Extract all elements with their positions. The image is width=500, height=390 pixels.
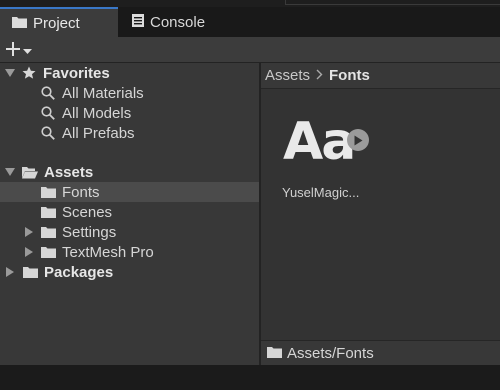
breadcrumb-assets[interactable]: Assets <box>265 67 310 84</box>
tree-item-assets[interactable]: Assets <box>0 162 259 182</box>
tree-item-all-materials[interactable]: All Materials <box>0 83 259 103</box>
folder-icon <box>40 185 56 199</box>
star-icon <box>21 66 37 80</box>
tree-label: Settings <box>62 223 117 241</box>
status-bar <box>0 365 500 390</box>
tree-item-all-prefabs[interactable]: All Prefabs <box>0 123 259 143</box>
play-icon[interactable] <box>347 129 369 151</box>
tab-console[interactable]: Console <box>120 7 250 37</box>
folder-tree: Favorites All Materials All Models All P… <box>0 63 259 365</box>
search-icon <box>40 126 56 140</box>
tree-label: Fonts <box>62 183 100 201</box>
tree-label: All Models <box>62 104 132 122</box>
expand-arrow-icon[interactable] <box>3 168 17 176</box>
folder-icon <box>40 225 56 239</box>
path-bar: Assets/Fonts <box>261 340 500 365</box>
search-icon <box>40 106 56 120</box>
tree-item-settings[interactable]: Settings <box>0 222 259 242</box>
expand-arrow-icon[interactable] <box>3 267 17 277</box>
tree-item-favorites[interactable]: Favorites <box>0 63 259 83</box>
project-toolbar <box>0 37 500 63</box>
path-label: Assets/Fonts <box>287 344 374 362</box>
tree-label: All Materials <box>62 84 144 102</box>
console-icon <box>132 13 144 31</box>
chevron-down-icon <box>23 42 32 58</box>
font-asset-tile[interactable]: Aa YuselMagic... <box>275 109 385 209</box>
tree-item-textmesh-pro[interactable]: TextMesh Pro <box>0 242 259 262</box>
breadcrumb-fonts[interactable]: Fonts <box>329 67 370 84</box>
plus-icon <box>6 41 20 59</box>
tab-label: Project <box>33 14 80 32</box>
tree-label: Scenes <box>62 203 113 221</box>
tree-item-packages[interactable]: Packages <box>0 262 259 282</box>
asset-name: YuselMagic... <box>282 185 360 200</box>
search-icon <box>40 86 56 100</box>
expand-arrow-icon[interactable] <box>22 227 36 237</box>
folder-icon <box>40 205 56 219</box>
folder-icon <box>267 345 282 362</box>
tree-item-all-models[interactable]: All Models <box>0 103 259 123</box>
tree-item-scenes[interactable]: Scenes <box>0 202 259 222</box>
tree-item-fonts[interactable]: Fonts <box>0 182 259 202</box>
tree-label: Assets <box>44 163 94 181</box>
tree-label: All Prefabs <box>62 124 135 142</box>
folder-icon <box>40 245 56 259</box>
folder-open-icon <box>22 165 38 179</box>
window-edge <box>285 0 500 5</box>
tab-bar: Project Console <box>0 7 500 37</box>
font-glyph-preview: Aa <box>283 112 356 172</box>
tree-label: Packages <box>44 263 114 281</box>
tree-label: Favorites <box>43 64 110 82</box>
expand-arrow-icon[interactable] <box>22 247 36 257</box>
tab-label: Console <box>150 13 206 31</box>
asset-browser: Assets Fonts Aa YuselMagic... Assets/Fon… <box>261 63 500 365</box>
tree-label: TextMesh Pro <box>62 243 154 261</box>
tab-project[interactable]: Project <box>0 7 118 37</box>
create-button[interactable] <box>6 40 42 60</box>
expand-arrow-icon[interactable] <box>3 69 17 77</box>
title-strip <box>0 0 500 7</box>
breadcrumb: Assets Fonts <box>261 63 500 89</box>
folder-icon <box>12 15 27 32</box>
chevron-right-icon <box>316 67 323 84</box>
folder-icon <box>22 265 38 279</box>
